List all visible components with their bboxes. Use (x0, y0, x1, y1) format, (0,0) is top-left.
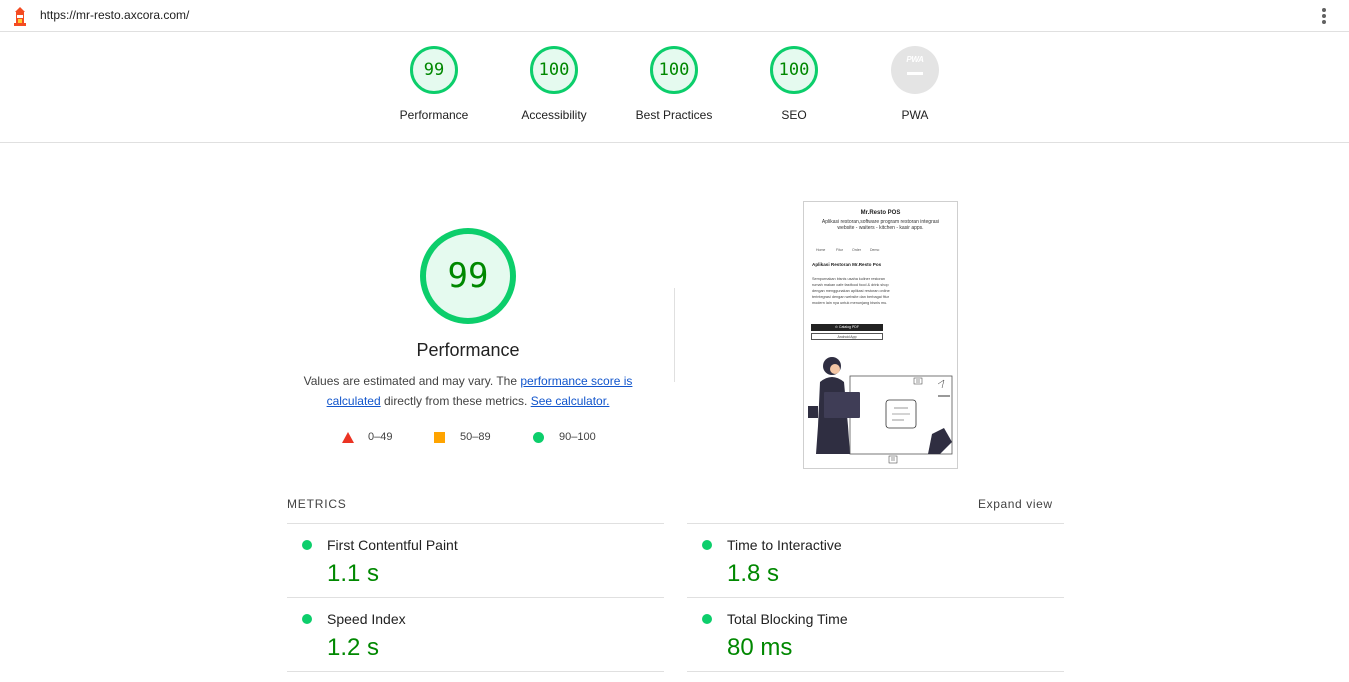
metric-speed-index: Speed Index 1.2 s (287, 598, 664, 672)
screenshot-catalog-button: ⊙ Catalog PDF (811, 324, 883, 331)
final-screenshot[interactable]: Mr.Resto POS Aplikasi restoran,software … (803, 201, 958, 469)
metric-value: 1.8 s (727, 560, 780, 587)
metric-name: Speed Index (327, 611, 406, 627)
gauge-label: Best Practices (635, 108, 713, 122)
divider (287, 671, 664, 672)
report-url[interactable]: https://mr-resto.axcora.com/ (40, 8, 189, 22)
score-value: 100 (778, 60, 810, 80)
gauge-best-practices[interactable]: 100 Best Practices (614, 46, 734, 123)
legend-pass: 90–100 (533, 430, 613, 446)
gauge-label: Performance (399, 108, 469, 122)
gauge-seo[interactable]: 100 SEO (734, 46, 854, 123)
metric-name: Total Blocking Time (727, 611, 848, 627)
gauge-label: SEO (781, 108, 807, 122)
score-value: 100 (658, 60, 690, 80)
divider (674, 288, 675, 382)
lighthouse-icon (14, 7, 26, 26)
report-topbar: https://mr-resto.axcora.com/ (0, 0, 1349, 32)
gauge-pwa[interactable]: PWA PWA (855, 46, 975, 123)
score-value: 100 (538, 60, 570, 80)
gauge-performance[interactable]: 99 Performance (374, 46, 494, 123)
metrics-heading: METRICS (287, 497, 347, 511)
pass-circle-icon (702, 614, 712, 624)
performance-gauge: 99 (420, 228, 516, 324)
screenshot-body: Sempurnakan bisnis usaha kuliner restora… (812, 277, 890, 305)
pass-circle-icon (302, 614, 312, 624)
score-gauge: 99 (410, 46, 458, 94)
pwa-badge-text: PWA (906, 55, 924, 64)
performance-description: Values are estimated and may vary. The p… (303, 374, 633, 408)
pass-circle-icon (702, 540, 712, 550)
performance-title: Performance (416, 340, 520, 360)
legend-fail: 0–49 (342, 430, 412, 446)
metric-time-to-interactive: Time to Interactive 1.8 s (687, 524, 1064, 598)
metric-name: First Contentful Paint (327, 537, 458, 553)
gauge-label: PWA (901, 108, 929, 122)
metric-first-contentful-paint: First Contentful Paint 1.1 s (287, 524, 664, 598)
metric-value: 1.2 s (327, 634, 380, 661)
screenshot-subtitle: Aplikasi restoran,software program resto… (821, 219, 940, 231)
score-gauge: 100 (650, 46, 698, 94)
metric-value: 80 ms (727, 634, 793, 661)
screenshot-heading: Aplikasi Restoran Mr.Resto Pos (812, 262, 882, 267)
triangle-icon (342, 432, 354, 443)
score-value: 99 (423, 60, 445, 80)
gauge-label: Accessibility (521, 108, 587, 122)
metric-total-blocking-time: Total Blocking Time 80 ms (687, 598, 1064, 672)
score-gauge: 100 (530, 46, 578, 94)
pwa-badge-icon: PWA (891, 46, 939, 94)
see-calculator-link[interactable]: See calculator. (531, 394, 610, 408)
screenshot-illustration (808, 357, 953, 464)
legend-average: 50–89 (434, 430, 504, 446)
score-summary: 99 Performance 100 Accessibility 100 Bes… (0, 32, 1349, 143)
square-icon (434, 432, 445, 443)
gauge-accessibility[interactable]: 100 Accessibility (494, 46, 614, 123)
more-vert-icon[interactable] (1317, 6, 1331, 26)
pass-circle-icon (302, 540, 312, 550)
expand-view-toggle[interactable]: Expand view (978, 497, 1053, 511)
performance-score: 99 (447, 256, 489, 296)
metric-name: Time to Interactive (727, 537, 842, 553)
divider (687, 671, 1064, 672)
screenshot-title: Mr.Resto POS (860, 210, 901, 216)
screenshot-android-button: Android App (811, 333, 883, 340)
metric-value: 1.1 s (327, 560, 380, 587)
circle-icon (533, 432, 544, 443)
score-gauge: 100 (770, 46, 818, 94)
